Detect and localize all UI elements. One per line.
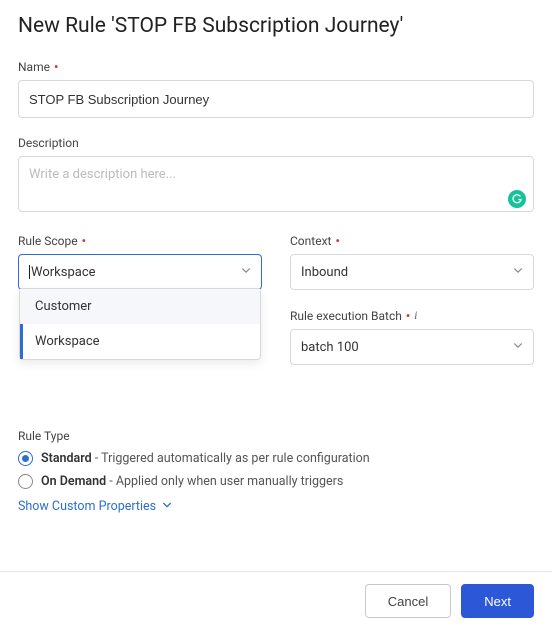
required-icon: •: [406, 310, 410, 322]
show-custom-properties-link[interactable]: Show Custom Properties: [18, 499, 534, 514]
context-value: Inbound: [301, 265, 348, 280]
rule-scope-option-customer[interactable]: Customer: [20, 289, 260, 324]
footer: Cancel Next: [0, 571, 552, 630]
chevron-down-icon: [241, 265, 251, 280]
next-button[interactable]: Next: [461, 584, 534, 618]
radio-unchecked-icon: [18, 474, 33, 489]
batch-label: Rule execution Batch• i: [290, 308, 534, 323]
cancel-button[interactable]: Cancel: [365, 584, 451, 618]
rule-type-label: Rule Type: [18, 429, 534, 443]
name-input[interactable]: [18, 80, 534, 118]
context-select[interactable]: Inbound: [290, 254, 534, 290]
description-label: Description: [18, 136, 534, 150]
rule-scope-dropdown: Customer Workspace: [19, 288, 261, 360]
rule-scope-select[interactable]: Workspace Customer Workspace: [18, 254, 262, 290]
rule-type-standard-radio[interactable]: Standard - Triggered automatically as pe…: [18, 451, 534, 466]
rule-scope-label: Rule Scope•: [18, 234, 262, 248]
page-title: New Rule 'STOP FB Subscription Journey': [18, 14, 534, 38]
required-icon: •: [335, 235, 339, 247]
required-icon: •: [82, 235, 86, 247]
description-input[interactable]: [18, 156, 534, 212]
grammarly-icon: [508, 190, 526, 208]
context-label: Context•: [290, 234, 534, 248]
radio-checked-icon: [18, 451, 33, 466]
name-label: Name•: [18, 60, 534, 74]
rule-type-ondemand-radio[interactable]: On Demand - Applied only when user manua…: [18, 474, 534, 489]
required-icon: •: [54, 61, 58, 73]
batch-value: batch 100: [301, 340, 359, 355]
batch-select[interactable]: batch 100: [290, 329, 534, 365]
chevron-down-icon: [513, 340, 523, 355]
rule-scope-option-workspace[interactable]: Workspace: [20, 324, 260, 359]
chevron-down-icon: [513, 265, 523, 280]
chevron-down-icon: [162, 499, 172, 514]
info-icon: i: [414, 308, 417, 323]
rule-scope-value: Workspace: [31, 265, 96, 280]
